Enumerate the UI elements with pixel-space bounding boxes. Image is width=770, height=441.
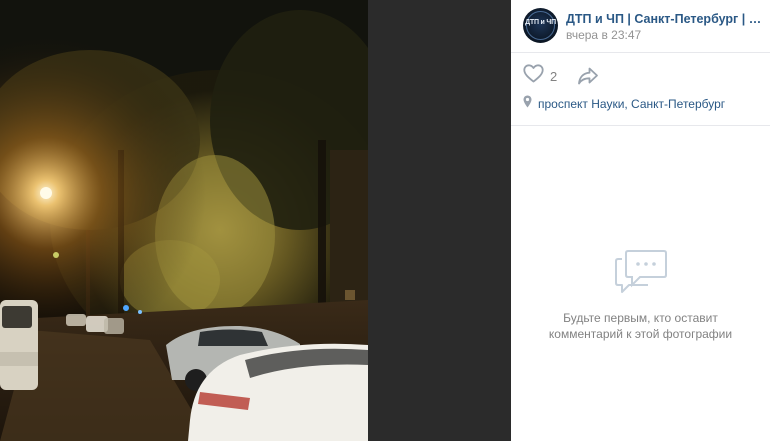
avatar-logo-text: ДТП и ЧП	[525, 19, 556, 26]
photo-viewer	[0, 0, 511, 441]
location-link[interactable]: проспект Науки, Санкт-Петербург	[523, 95, 725, 113]
photo-viewer-background	[368, 0, 511, 441]
night-street-photo[interactable]	[0, 0, 368, 441]
share-button[interactable]	[577, 66, 599, 86]
post-actions: 2 проспект Науки, Санкт-Петербург	[511, 53, 770, 126]
like-count: 2	[550, 68, 558, 84]
no-comments-message: Будьте первым, кто оставит комментарий к…	[548, 311, 733, 341]
heart-icon	[523, 64, 544, 88]
location-text: проспект Науки, Санкт-Петербург	[538, 97, 726, 111]
map-pin-icon	[523, 95, 532, 113]
comments-section: Будьте первым, кто оставит комментарий к…	[511, 127, 770, 441]
author-name-link[interactable]: ДТП и ЧП | Санкт-Петербург | Питер Онлай…	[566, 12, 764, 26]
avatar[interactable]: ДТП и ЧП	[523, 8, 558, 43]
author-header: ДТП и ЧП ДТП и ЧП | Санкт-Петербург | Пи…	[511, 0, 770, 53]
photo-sidebar: ДТП и ЧП ДТП и ЧП | Санкт-Петербург | Пи…	[511, 0, 770, 441]
like-button[interactable]: 2	[523, 64, 558, 88]
post-time[interactable]: вчера в 23:47	[566, 28, 641, 42]
speech-bubble-icon	[614, 245, 668, 295]
share-arrow-icon	[577, 67, 599, 90]
